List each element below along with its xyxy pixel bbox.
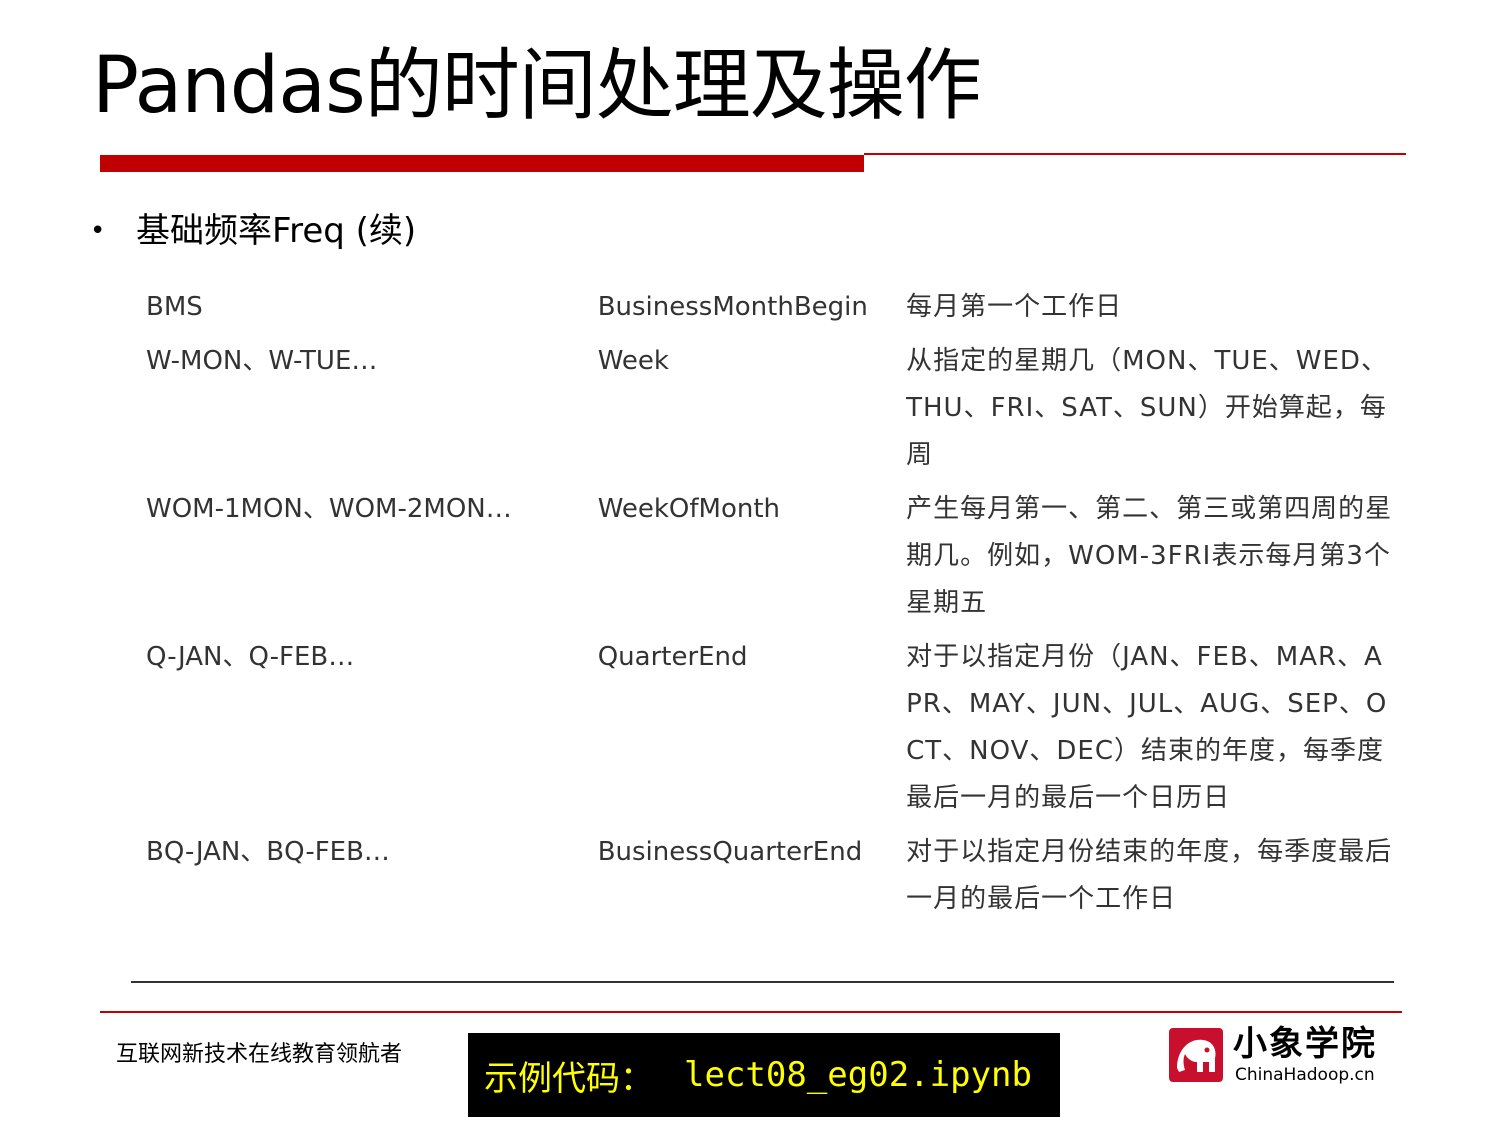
freq-offset-name: QuarterEnd (597, 642, 748, 672)
freq-offset-name: BusinessMonthBegin (597, 292, 868, 322)
freq-description: 每月第一个工作日 (906, 292, 1123, 322)
footer-divider (100, 1011, 1402, 1013)
table-row: BQ-JAN、BQ-FEB… BusinessQuarterEnd 对于以指定月… (132, 827, 1394, 928)
slide-title: Pandas的时间处理及操作 (92, 41, 982, 131)
title-underline-thin (864, 153, 1406, 155)
freq-code: W-MON、W-TUE… (146, 346, 378, 376)
freq-offset-name: WeekOfMonth (597, 494, 781, 524)
sample-code-banner: 示例代码： lect08_eg02.ipynb (468, 1033, 1060, 1117)
freq-description: 对于以指定月份（JAN、FEB、MAR、APR、MAY、JUN、JUL、AUG、… (906, 642, 1388, 813)
table-row: W-MON、W-TUE… Week 从指定的星期几（MON、TUE、WED、TH… (132, 336, 1394, 484)
table-row: WOM-1MON、WOM-2MON… WeekOfMonth 产生每月第一、第二… (132, 484, 1394, 632)
freq-code: BMS (146, 292, 203, 322)
bullet-heading: 基础频率Freq (续) (136, 211, 417, 251)
elephant-icon (1169, 1028, 1223, 1082)
title-underline-thick (100, 155, 864, 172)
sample-code-label: 示例代码： (484, 1058, 654, 1099)
freq-description: 对于以指定月份结束的年度，每季度最后一月的最后一个工作日 (906, 837, 1393, 914)
brand-logo: 小象学院 ChinaHadoop.cn (1169, 1024, 1391, 1088)
freq-description: 从指定的星期几（MON、TUE、WED、THU、FRI、SAT、SUN）开始算起… (906, 346, 1388, 470)
footer-slogan: 互联网新技术在线教育领航者 (116, 1042, 403, 1067)
table-row: Q-JAN、Q-FEB… QuarterEnd 对于以指定月份（JAN、FEB、… (132, 632, 1394, 827)
freq-offset-name: BusinessQuarterEnd (597, 837, 863, 867)
table-row: BMS BusinessMonthBegin 每月第一个工作日 (132, 282, 1394, 336)
freq-code: BQ-JAN、BQ-FEB… (146, 837, 390, 867)
brand-domain: ChinaHadoop.cn (1235, 1065, 1375, 1085)
freq-description: 产生每月第一、第二、第三或第四周的星期几。例如，WOM-3FRI表示每月第3个星… (906, 494, 1393, 618)
frequency-table: BMS BusinessMonthBegin 每月第一个工作日 W-MON、W-… (132, 282, 1394, 928)
freq-code: WOM-1MON、WOM-2MON… (146, 494, 512, 524)
sample-code-filename: lect08_eg02.ipynb (684, 1055, 1032, 1095)
freq-offset-name: Week (597, 346, 669, 376)
brand-name: 小象学院 (1233, 1024, 1377, 1064)
table-bottom-border (131, 981, 1394, 983)
freq-code: Q-JAN、Q-FEB… (146, 642, 355, 672)
bullet-marker: • (90, 216, 106, 246)
